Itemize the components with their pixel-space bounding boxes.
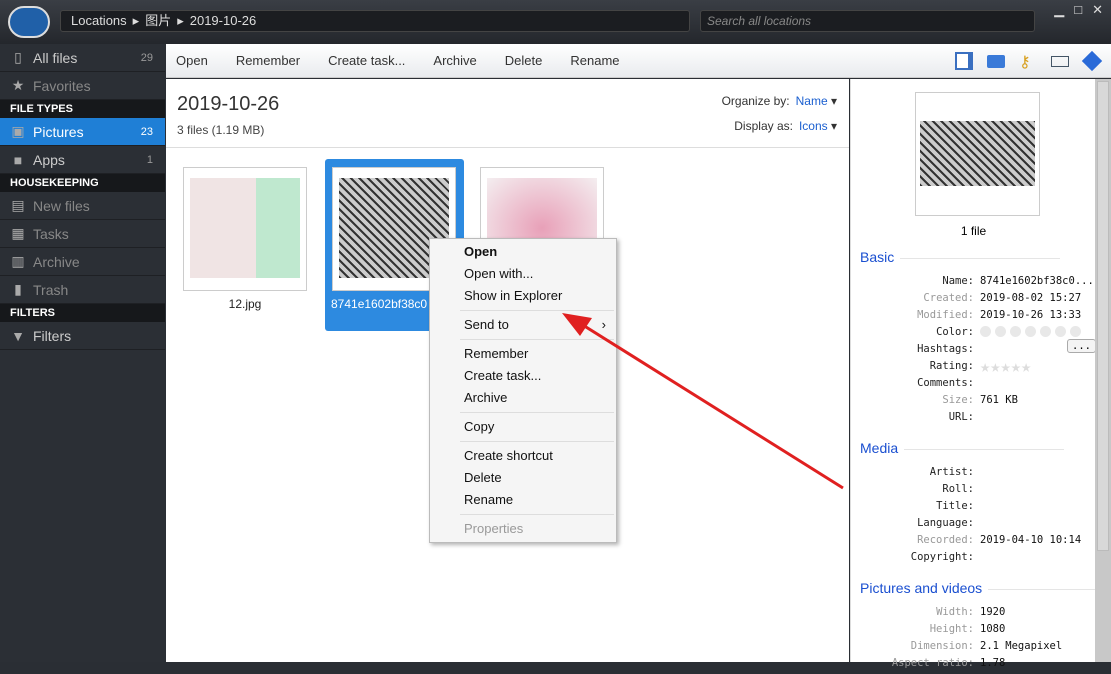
section-basic: Basic [860,249,1062,265]
detail-value: 1.78 [980,657,1006,669]
detail-label: Size: [942,394,974,406]
section-pictures-and-videos: Pictures and videos [860,580,1111,596]
star-icon[interactable]: ★ [1011,357,1021,377]
color-dot[interactable] [1010,326,1021,337]
color-dot[interactable] [1070,326,1081,337]
detail-value: 8741e1602bf38c0... [980,275,1094,287]
color-dot[interactable] [980,326,991,337]
color-dot[interactable] [1025,326,1036,337]
detail-label: Rating: [929,360,974,372]
detail-label: Artist: [929,466,974,478]
hashtags-button[interactable]: ... [1067,339,1096,353]
detail-row: Title: [851,500,1096,517]
detail-value: ★★★★★ [980,357,1031,377]
detail-label: Language: [917,517,974,529]
detail-label: Name: [942,275,974,287]
detail-label: Title: [936,500,974,512]
detail-label: Modified: [917,309,974,321]
star-icon[interactable]: ★ [1001,357,1011,377]
detail-value: 2019-10-26 13:33 [980,309,1082,321]
detail-label: Width: [936,606,974,618]
detail-row: Color: [851,326,1096,343]
detail-value: 2019-08-02 15:27 [980,292,1082,304]
detail-row: Rating: ★★★★★ [851,357,1096,377]
detail-row: URL: [851,411,1096,428]
detail-label: URL: [948,411,974,423]
detail-value: 2019-04-10 10:14 [980,534,1082,546]
detail-label: Color: [936,326,974,338]
detail-row: Created: 2019-08-02 15:27 [851,292,1096,309]
detail-label: Roll: [942,483,974,495]
detail-row: Aspect ratio: 1.78 [851,657,1096,674]
star-icon[interactable]: ★ [1021,357,1031,377]
detail-row: Width: 1920 [851,606,1096,623]
detail-row: Dimension: 2.1 Megapixel [851,640,1096,657]
scrollbar[interactable] [1095,79,1111,662]
detail-label: Copyright: [910,551,974,563]
detail-row: Recorded: 2019-04-10 10:14 [851,534,1096,551]
detail-row: Size: 761 KB [851,394,1096,411]
detail-row: Name: 8741e1602bf38c0... [851,275,1096,292]
color-dot[interactable] [995,326,1006,337]
detail-value: 1920 [980,606,1006,618]
star-icon[interactable]: ★ [990,357,1000,377]
star-icon[interactable]: ★ [980,357,990,377]
detail-value: 1080 [980,623,1006,635]
detail-value [980,326,1085,340]
detail-value: 761 KB [980,394,1018,406]
detail-row: Comments: [851,377,1096,394]
detail-label: Created: [923,292,974,304]
section-media: Media [860,440,1065,456]
detail-label: Comments: [917,377,974,389]
detail-label: Height: [929,623,974,635]
selection-count: 1 file [960,224,987,238]
detail-value: 2.1 Megapixel [980,640,1063,652]
detail-row: Copyright: [851,551,1096,568]
detail-row: Artist: [851,466,1096,483]
color-dot[interactable] [1055,326,1066,337]
detail-row: Hashtags:... [851,339,1096,360]
detail-row: Roll: [851,483,1096,500]
detail-row: Modified: 2019-10-26 13:33 [851,309,1096,326]
detail-label: Hashtags: [917,343,974,355]
detail-label: Dimension: [910,640,974,652]
detail-label: Recorded: [917,534,974,546]
details-panel: 1 file Basic Name: 8741e1602bf38c0... Creat… [850,79,1111,669]
preview-image [915,92,1040,216]
color-dot[interactable] [1040,326,1051,337]
detail-row: Height: 1080 [851,623,1096,640]
detail-row: Language: [851,517,1096,534]
detail-label: Aspect ratio: [891,657,974,669]
